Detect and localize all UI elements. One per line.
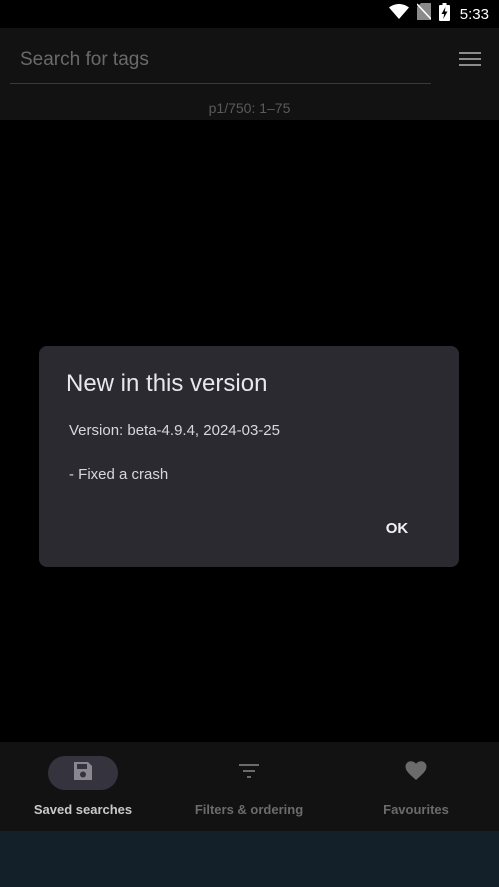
nav-icon-container [214, 756, 284, 790]
nav-active-indicator [48, 756, 118, 790]
nav-label: Filters & ordering [194, 802, 304, 817]
nav-label: Favourites [383, 802, 449, 817]
system-navigation-bar [0, 831, 499, 887]
nav-icon-container [381, 756, 451, 790]
filter-icon [239, 763, 259, 783]
status-bar: 5:33 [0, 0, 499, 28]
dialog-change-item: - Fixed a crash [69, 466, 169, 483]
nav-item-favourites[interactable]: Favourites [333, 742, 499, 831]
top-app-bar: p1/750: 1–75 [0, 28, 499, 120]
hamburger-menu-icon [459, 51, 481, 72]
ok-button[interactable]: OK [371, 510, 423, 546]
whats-new-dialog: New in this version Version: beta-4.9.4,… [39, 346, 459, 567]
screen: 5:33 p1/750: 1–75 New in this version Ve… [0, 0, 499, 887]
bottom-navigation: Saved searches Filters & ordering Favour… [0, 742, 499, 831]
page-info: p1/750: 1–75 [208, 100, 291, 116]
nav-label: Saved searches [33, 802, 133, 817]
nav-item-filters-ordering[interactable]: Filters & ordering [166, 742, 332, 831]
nav-item-saved-searches[interactable]: Saved searches [0, 742, 166, 831]
dialog-version-line: Version: beta-4.9.4, 2024-03-25 [69, 422, 280, 439]
menu-button[interactable] [452, 45, 488, 77]
wifi-icon [388, 3, 409, 25]
battery-charging-icon [438, 2, 450, 26]
no-sim-icon [416, 3, 432, 25]
dialog-title: New in this version [66, 370, 268, 397]
status-icons: 5:33 [388, 0, 489, 28]
status-time: 5:33 [459, 5, 489, 23]
floppy-disk-icon [73, 761, 93, 786]
heart-icon [405, 760, 427, 786]
search-input[interactable] [10, 36, 431, 84]
